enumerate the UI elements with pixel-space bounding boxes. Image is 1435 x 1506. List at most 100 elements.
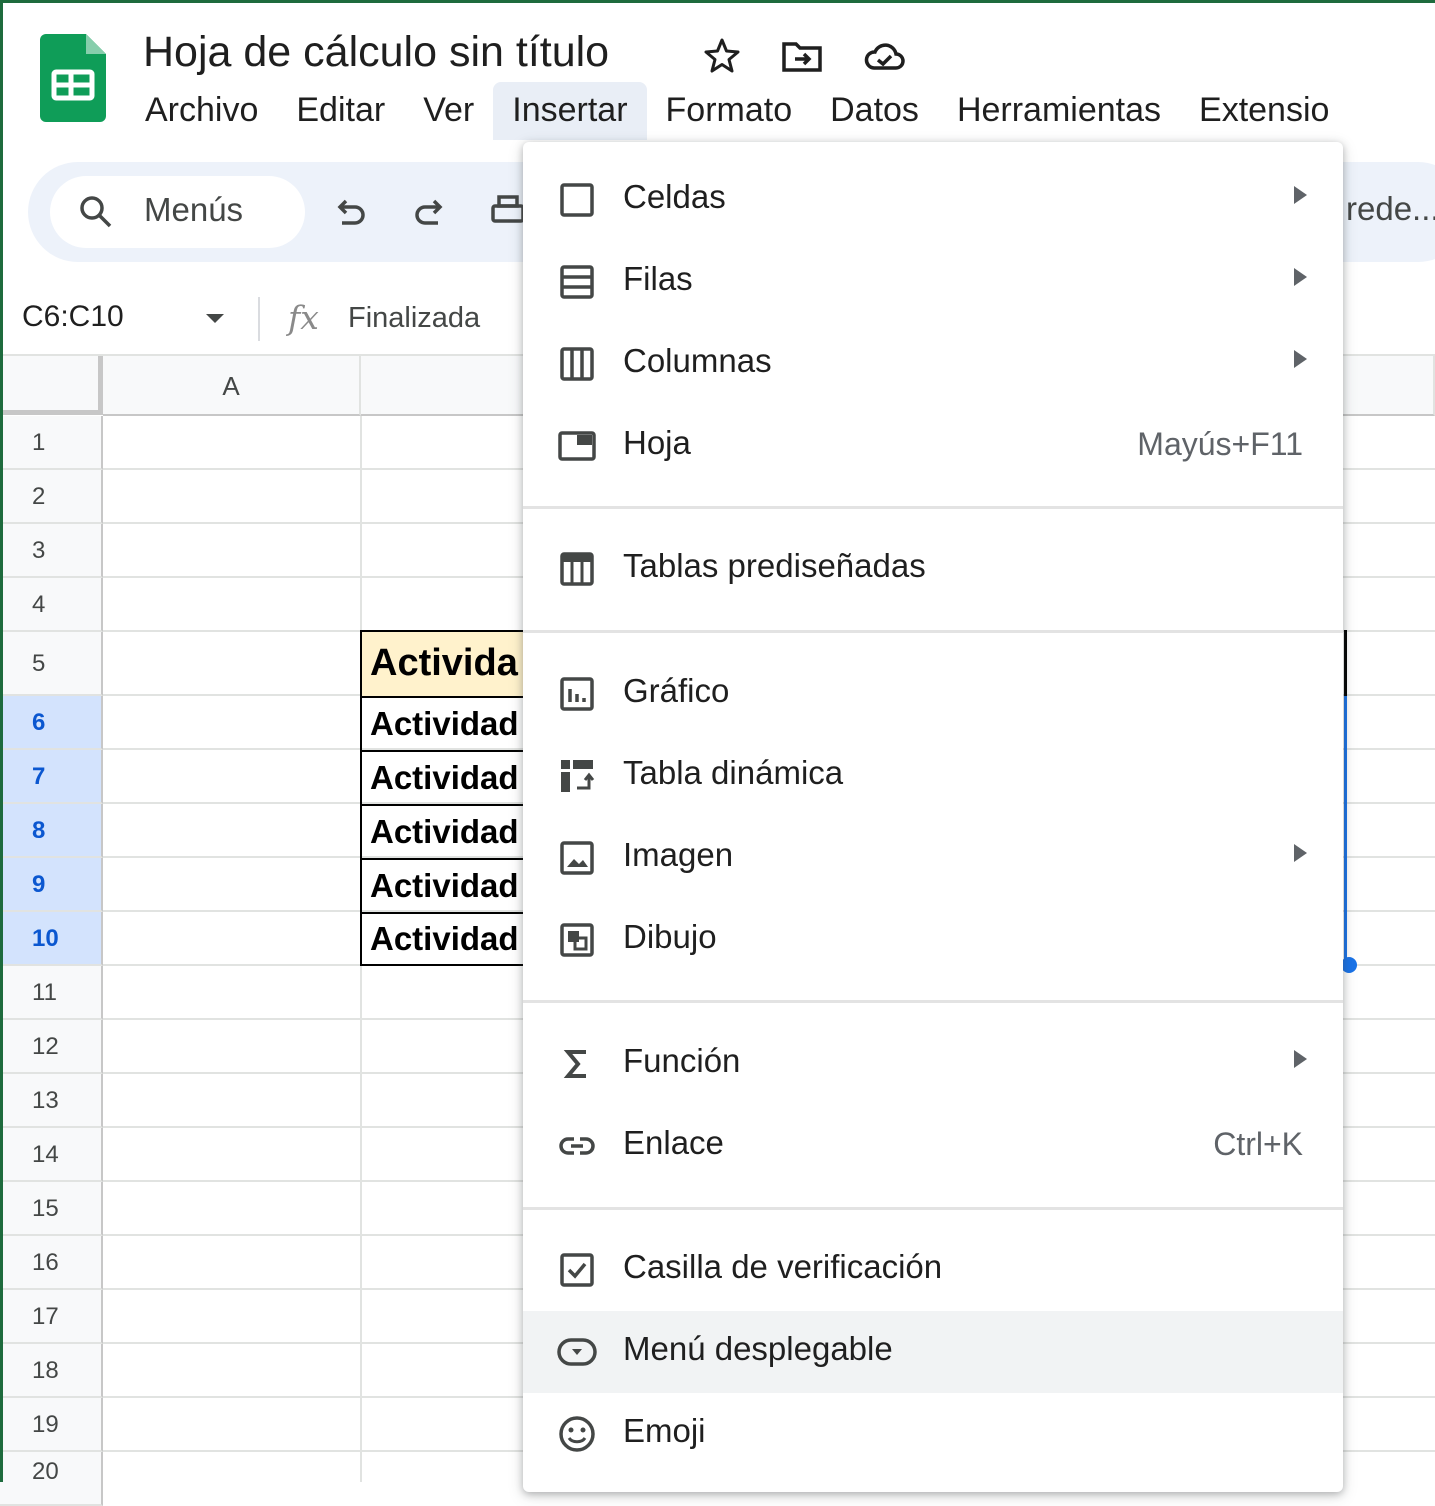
row-header-2[interactable]: 2 (0, 470, 103, 524)
dropdown-chip-icon (557, 1338, 597, 1366)
menu-bar: Archivo Editar Ver Insertar Formato Datos Herr… (126, 82, 1348, 142)
menu-item-celdas[interactable]: Celdas (523, 159, 1343, 241)
cloud-saved-icon[interactable] (862, 36, 906, 76)
row-header-18[interactable]: 18 (0, 1344, 103, 1398)
search-menus-button[interactable]: Menús (50, 176, 305, 248)
selection-fill-handle[interactable] (1341, 957, 1357, 973)
menu-item-label: Tablas prediseñadas (623, 547, 926, 584)
redo-icon[interactable] (410, 193, 450, 233)
menu-item-label: Hoja (623, 424, 691, 461)
menu-item-label: Casilla de verificación (623, 1248, 943, 1285)
table-header-text: Activida (370, 642, 518, 684)
name-box[interactable]: C6:C10 (22, 300, 124, 334)
cell-text: Actividad (370, 920, 519, 957)
menu-item-tabla-dinamica[interactable]: Tabla dinámica (523, 735, 1343, 817)
menu-item-label: Gráfico (623, 672, 730, 709)
insert-menu: Celdas Filas Columnas Hoja Mayús+F11 Tab… (523, 142, 1343, 1492)
row-header-1[interactable]: 1 (0, 416, 103, 470)
menu-item-emoji[interactable]: Emoji (523, 1393, 1343, 1475)
row-header-19[interactable]: 19 (0, 1398, 103, 1452)
star-icon[interactable] (700, 36, 744, 76)
cell-text: Actividad (370, 867, 519, 904)
menu-item-hoja[interactable]: Hoja Mayús+F11 (523, 405, 1343, 487)
sheets-logo-icon[interactable] (40, 34, 106, 122)
menu-item-label: Enlace (623, 1124, 724, 1161)
submenu-arrow-icon (1294, 350, 1307, 368)
row-header-15[interactable]: 15 (0, 1182, 103, 1236)
row-header-17[interactable]: 17 (0, 1290, 103, 1344)
checkbox-icon (560, 1253, 594, 1287)
menu-item-funcion[interactable]: Función (523, 1023, 1343, 1105)
toolbar-truncated-text[interactable]: rede... (1346, 190, 1435, 228)
selection-border (1344, 696, 1347, 964)
menu-item-columnas[interactable]: Columnas (523, 323, 1343, 405)
columns-icon (560, 347, 594, 381)
submenu-arrow-icon (1294, 844, 1307, 862)
menu-item-dibujo[interactable]: Dibujo (523, 899, 1343, 981)
menu-separator (523, 1000, 1343, 1003)
column-header-a[interactable]: A (103, 356, 361, 416)
image-icon (560, 841, 594, 875)
menu-item-filas[interactable]: Filas (523, 241, 1343, 323)
print-icon[interactable] (488, 193, 528, 233)
menu-item-menu-desplegable[interactable]: Menú desplegable (523, 1311, 1343, 1393)
menu-archivo[interactable]: Archivo (126, 82, 277, 140)
row-header-14[interactable]: 14 (0, 1128, 103, 1182)
row-header-3[interactable]: 3 (0, 524, 103, 578)
row-header-8[interactable]: 8 (0, 804, 103, 858)
cell-text: Actividad (370, 813, 519, 850)
menu-insertar[interactable]: Insertar (493, 82, 647, 140)
menu-formato[interactable]: Formato (647, 82, 812, 140)
row-header-13[interactable]: 13 (0, 1074, 103, 1128)
row-header-10[interactable]: 10 (0, 912, 103, 966)
menu-editar[interactable]: Editar (277, 82, 404, 140)
row-header-16[interactable]: 16 (0, 1236, 103, 1290)
document-title[interactable]: Hoja de cálculo sin título (143, 28, 609, 77)
row-header-12[interactable]: 12 (0, 1020, 103, 1074)
cell-text: Actividad (370, 759, 519, 796)
menu-item-grafico[interactable]: Gráfico (523, 653, 1343, 735)
formula-bar-divider (258, 297, 260, 341)
menu-item-casilla-verificacion[interactable]: Casilla de verificación (523, 1229, 1343, 1311)
menu-herramientas[interactable]: Herramientas (938, 82, 1180, 140)
submenu-arrow-icon (1294, 1050, 1307, 1068)
menu-item-enlace[interactable]: Enlace Ctrl+K (523, 1105, 1343, 1187)
row-header-4[interactable]: 4 (0, 578, 103, 632)
menu-item-label: Función (623, 1042, 741, 1079)
undo-icon[interactable] (330, 193, 370, 233)
submenu-arrow-icon (1294, 186, 1307, 204)
cell-text: Actividad (370, 705, 519, 742)
chart-icon (560, 677, 594, 711)
menu-datos[interactable]: Datos (811, 82, 938, 140)
menu-extensiones[interactable]: Extensio (1180, 82, 1348, 140)
select-all-corner[interactable] (0, 356, 103, 415)
row-header-7[interactable]: 7 (0, 750, 103, 804)
row-header-5[interactable]: 5 (0, 632, 103, 696)
menu-separator (523, 1207, 1343, 1210)
emoji-icon (559, 1416, 595, 1452)
shortcut-text: Ctrl+K (1213, 1126, 1303, 1162)
menu-item-tablas-predisenadas[interactable]: Tablas prediseñadas (523, 528, 1343, 610)
move-to-folder-icon[interactable] (780, 36, 824, 76)
submenu-arrow-icon (1294, 268, 1307, 286)
chevron-down-icon[interactable] (204, 313, 226, 325)
row-header-9[interactable]: 9 (0, 858, 103, 912)
rows-icon (560, 265, 594, 299)
row-header-6[interactable]: 6 (0, 696, 103, 750)
menu-separator (523, 630, 1343, 633)
row-header-20[interactable]: 20 (0, 1452, 103, 1506)
formula-input[interactable]: Finalizada (348, 302, 480, 335)
search-icon (80, 196, 112, 228)
row-header-11[interactable]: 11 (0, 966, 103, 1020)
shortcut-text: Mayús+F11 (1137, 426, 1303, 462)
menu-item-label: Filas (623, 260, 693, 297)
menu-ver[interactable]: Ver (404, 82, 493, 140)
search-label: Menús (144, 191, 244, 228)
fx-icon: fx (288, 298, 319, 337)
link-icon (559, 1137, 595, 1155)
sigma-icon (563, 1050, 586, 1078)
table-border-right (1344, 630, 1347, 696)
table-icon (560, 552, 594, 586)
menu-item-imagen[interactable]: Imagen (523, 817, 1343, 899)
menu-item-label: Imagen (623, 836, 734, 873)
